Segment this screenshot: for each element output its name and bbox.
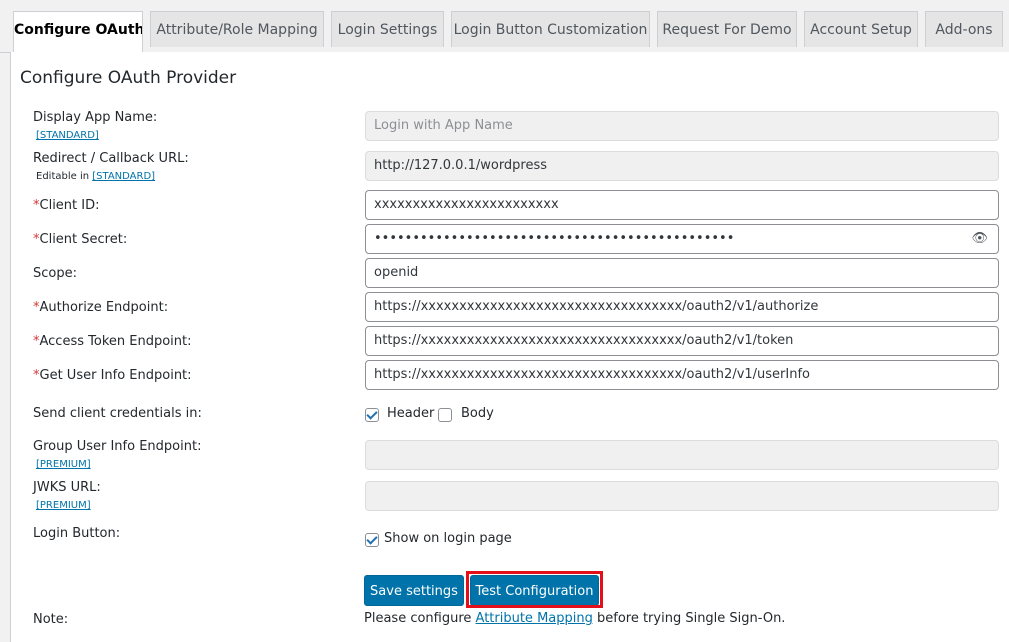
eye-icon[interactable]: 👁 <box>971 225 988 253</box>
tab-configure-oauth[interactable]: Configure OAuth <box>13 11 143 52</box>
jwks-url-premium-link[interactable]: [PREMIUM] <box>36 500 91 511</box>
tab-login-button-customization[interactable]: Login Button Customization <box>451 11 650 47</box>
tab-account-setup[interactable]: Account Setup <box>804 11 918 47</box>
client-id-input[interactable]: xxxxxxxxxxxxxxxxxxxxxxxx <box>365 190 999 220</box>
scope-input[interactable]: openid <box>365 258 999 288</box>
client-secret-input[interactable]: ••••••••••••••••••••••••••••••••••••••••… <box>365 224 999 254</box>
authorize-endpoint-input[interactable]: https://xxxxxxxxxxxxxxxxxxxxxxxxxxxxxxxx… <box>365 292 999 322</box>
note-label: Note: <box>33 612 69 627</box>
redirect-url-input[interactable]: http://127.0.0.1/wordpress <box>365 151 999 181</box>
jwks-url-input <box>365 481 999 511</box>
jwks-url-label: JWKS URL: <box>33 480 101 495</box>
header-checkbox-label: Header <box>387 406 435 421</box>
user-info-endpoint-input[interactable]: https://xxxxxxxxxxxxxxxxxxxxxxxxxxxxxxxx… <box>365 360 999 390</box>
display-app-name-label: Display App Name: <box>33 110 158 125</box>
group-user-info-input <box>365 440 999 470</box>
login-button-label: Login Button: <box>33 526 121 541</box>
tab-bar: Configure OAuth Attribute/Role Mapping L… <box>0 0 1009 53</box>
display-app-name-input: Login with App Name <box>365 111 999 141</box>
show-on-login-label: Show on login page <box>384 531 512 546</box>
tab-login-settings[interactable]: Login Settings <box>331 11 444 47</box>
header-checkbox[interactable] <box>365 408 379 422</box>
redirect-url-label: Redirect / Callback URL: <box>33 151 189 166</box>
access-token-endpoint-label: *Access Token Endpoint: <box>33 334 192 349</box>
group-user-info-label: Group User Info Endpoint: <box>33 439 202 454</box>
display-app-name-standard-link[interactable]: [STANDARD] <box>36 130 99 141</box>
access-token-endpoint-input[interactable]: https://xxxxxxxxxxxxxxxxxxxxxxxxxxxxxxxx… <box>365 326 999 356</box>
show-on-login-checkbox[interactable] <box>365 533 379 547</box>
scope-label: Scope: <box>33 266 77 281</box>
body-checkbox[interactable] <box>438 408 452 422</box>
tab-add-ons[interactable]: Add-ons <box>925 11 1003 47</box>
save-settings-button[interactable]: Save settings <box>364 575 464 606</box>
authorize-endpoint-label: *Authorize Endpoint: <box>33 300 169 315</box>
client-secret-label: *Client Secret: <box>33 232 128 247</box>
user-info-endpoint-label: *Get User Info Endpoint: <box>33 368 192 383</box>
send-credentials-label: Send client credentials in: <box>33 406 202 421</box>
redirect-url-standard-link[interactable]: [STANDARD] <box>92 171 155 182</box>
attribute-mapping-link[interactable]: Attribute Mapping <box>476 611 593 626</box>
client-id-label: *Client ID: <box>33 198 100 213</box>
body-checkbox-label: Body <box>461 406 494 421</box>
tab-attribute-role-mapping[interactable]: Attribute/Role Mapping <box>150 11 324 47</box>
note-text: Please configure Attribute Mapping befor… <box>364 611 786 626</box>
redirect-url-sub: Editable in [STANDARD] <box>36 171 156 182</box>
tab-request-for-demo[interactable]: Request For Demo <box>657 11 797 47</box>
highlight-box <box>466 571 603 608</box>
group-user-info-premium-link[interactable]: [PREMIUM] <box>36 459 91 470</box>
panel-title: Configure OAuth Provider <box>20 68 237 88</box>
